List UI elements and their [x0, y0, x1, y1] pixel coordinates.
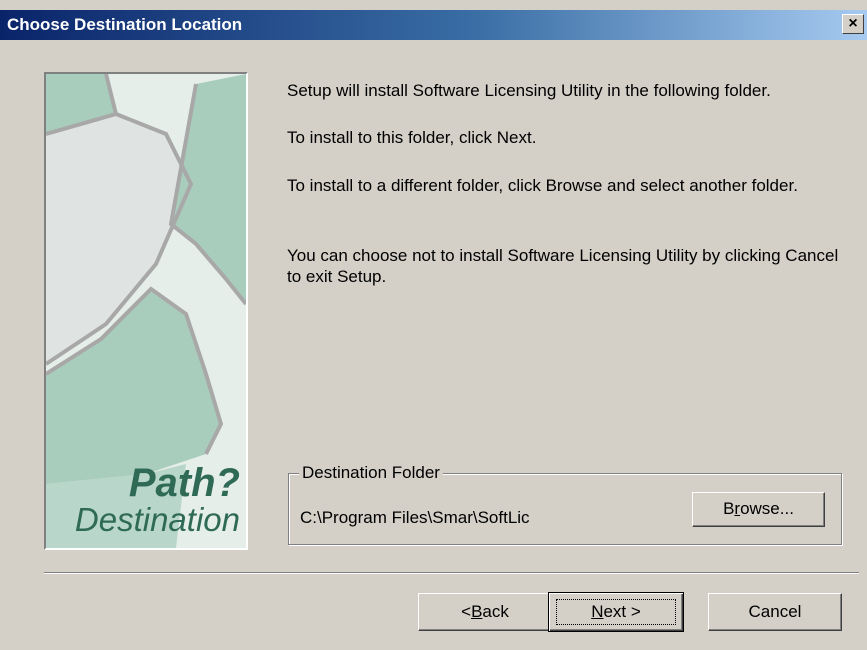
next-button[interactable]: Next > — [548, 592, 684, 632]
browse-button[interactable]: Browse... — [692, 492, 825, 527]
close-button[interactable]: × — [842, 14, 864, 34]
back-button[interactable]: < Back — [418, 593, 552, 631]
focus-rectangle — [556, 599, 676, 625]
destination-path: C:\Program Files\Smar\SoftLic — [300, 508, 530, 527]
title-bar[interactable]: Choose Destination Location × — [0, 10, 867, 40]
window-title: Choose Destination Location — [7, 15, 243, 34]
artwork-caption-path: Path? — [128, 461, 240, 505]
browse-label: Browse... — [723, 499, 794, 518]
artwork-caption-destination: Destination — [74, 501, 240, 538]
intro-text: Setup will install Software Licensing Ut… — [287, 81, 771, 100]
destination-folder-group: Destination Folder C:\Program Files\Smar… — [288, 463, 842, 545]
cancel-label: Cancel — [748, 602, 802, 621]
next-instruction-text: To install to this folder, click Next. — [287, 128, 537, 147]
wizard-artwork: Path? Destination — [44, 72, 248, 550]
browse-instruction-text: To install to a different folder, click … — [287, 176, 798, 195]
cancel-instruction-text: You can choose not to install Software L… — [287, 246, 839, 286]
destination-folder-legend: Destination Folder — [299, 463, 443, 483]
back-label: < Back — [461, 602, 509, 621]
close-icon: × — [848, 15, 858, 32]
button-separator — [44, 572, 859, 574]
cancel-button[interactable]: Cancel — [708, 593, 842, 631]
